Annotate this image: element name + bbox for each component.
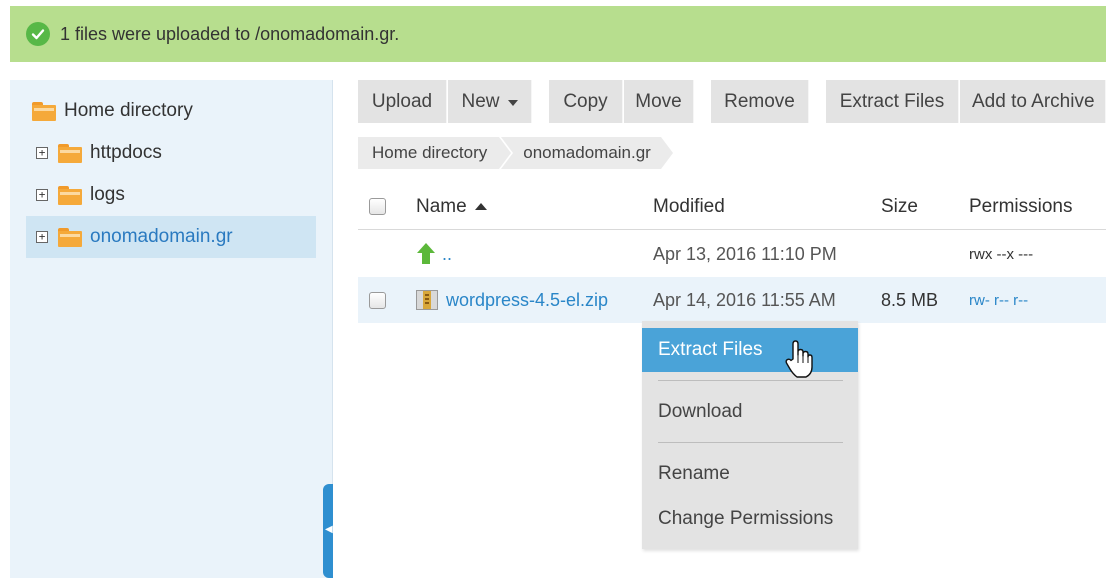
sidebar-collapse-handle[interactable]: ◀: [323, 484, 333, 578]
remove-button[interactable]: Remove: [711, 80, 809, 123]
column-header-modified[interactable]: Modified: [653, 184, 725, 229]
size-value: 8.5 MB: [881, 289, 939, 310]
menu-item-download[interactable]: Download: [642, 390, 858, 434]
up-arrow-icon: [416, 243, 436, 265]
tree-item-label: logs: [90, 184, 125, 205]
breadcrumb: Home directory onomadomain.gr: [358, 137, 673, 169]
menu-separator: [658, 380, 843, 381]
tree-item-home-directory[interactable]: Home directory: [32, 90, 193, 132]
menu-item-change-permissions[interactable]: Change Permissions: [642, 497, 858, 541]
breadcrumb-label: Home directory: [372, 143, 488, 162]
sort-ascending-icon: [474, 203, 487, 210]
caret-down-icon: [507, 99, 518, 106]
permissions-value: rwx --x ---: [969, 245, 1034, 263]
modified-value: Apr 14, 2016 11:55 AM: [653, 289, 836, 310]
upload-success-notification: 1 files were uploaded to /onomadomain.gr…: [10, 6, 1106, 62]
modified-value: Apr 13, 2016 11:10 PM: [653, 243, 837, 264]
copy-label: Copy: [563, 90, 608, 112]
tree-item-onomadomain[interactable]: + onomadomain.gr: [26, 216, 316, 258]
notification-message: 1 files were uploaded to /onomadomain.gr…: [60, 23, 400, 44]
upload-label: Upload: [371, 90, 433, 112]
column-label: Modified: [653, 195, 725, 217]
add-to-archive-label: Add to Archive: [972, 90, 1095, 112]
breadcrumb-home-directory[interactable]: Home directory: [358, 137, 514, 169]
row-checkbox[interactable]: [369, 291, 386, 309]
check-circle-icon: [26, 22, 50, 46]
chevron-left-icon: ◀: [325, 524, 333, 535]
folder-icon: [58, 143, 82, 163]
expand-icon[interactable]: +: [36, 147, 48, 159]
column-label: Name: [416, 195, 467, 217]
menu-item-rename[interactable]: Rename: [642, 452, 858, 496]
permissions-link[interactable]: rw- r-- r--: [969, 292, 1028, 309]
extract-files-label: Extract Files: [839, 90, 945, 112]
file-name-link[interactable]: wordpress-4.5-el.zip: [446, 290, 608, 311]
tree-item-label: onomadomain.gr: [90, 226, 233, 247]
new-label: New: [461, 90, 500, 112]
extract-files-button[interactable]: Extract Files: [826, 80, 959, 123]
menu-item-label: Extract Files: [658, 339, 763, 360]
tree-item-httpdocs[interactable]: + httpdocs: [36, 132, 162, 174]
file-context-menu: Extract Files Download Rename Change Per…: [642, 321, 858, 549]
parent-directory-link[interactable]: ..: [442, 244, 452, 265]
menu-item-label: Rename: [658, 463, 730, 484]
folder-icon: [58, 185, 82, 205]
tree-item-label: Home directory: [64, 100, 193, 121]
menu-item-label: Change Permissions: [658, 508, 834, 529]
upload-button[interactable]: Upload: [358, 80, 447, 123]
select-all-checkbox[interactable]: [369, 198, 386, 215]
menu-separator: [658, 442, 843, 443]
menu-item-label: Download: [658, 401, 743, 422]
menu-item-extract-files[interactable]: Extract Files: [642, 328, 858, 372]
move-label: Move: [635, 90, 682, 112]
breadcrumb-onomadomain[interactable]: onomadomain.gr: [501, 137, 673, 169]
column-header-size[interactable]: Size: [881, 184, 918, 229]
copy-button[interactable]: Copy: [549, 80, 623, 123]
column-header-permissions[interactable]: Permissions: [969, 184, 1072, 229]
table-row[interactable]: .. Apr 13, 2016 11:10 PM rwx --x ---: [358, 231, 1106, 277]
new-dropdown-button[interactable]: New: [448, 80, 532, 123]
add-to-archive-button[interactable]: Add to Archive: [960, 80, 1106, 123]
folder-icon: [32, 101, 56, 121]
expand-icon[interactable]: +: [36, 231, 48, 243]
hand-pointer-cursor-icon: [785, 340, 813, 378]
folder-icon: [58, 227, 82, 247]
directory-tree-sidebar: Home directory + httpdocs + logs + onoma…: [10, 80, 333, 578]
tree-item-label: httpdocs: [90, 142, 162, 163]
table-row[interactable]: wordpress-4.5-el.zip Apr 14, 2016 11:55 …: [358, 277, 1106, 323]
file-toolbar: Upload New Copy Move Remove Extract File…: [358, 80, 1106, 123]
tree-item-logs[interactable]: + logs: [36, 174, 125, 216]
expand-icon[interactable]: +: [36, 189, 48, 201]
column-label: Permissions: [969, 195, 1073, 217]
breadcrumb-label: onomadomain.gr: [523, 143, 651, 162]
move-button[interactable]: Move: [624, 80, 694, 123]
file-list-header: Name Modified Size Permissions: [358, 184, 1106, 230]
column-label: Size: [881, 195, 918, 217]
zip-archive-icon: [416, 290, 438, 310]
column-header-name[interactable]: Name: [416, 184, 487, 229]
remove-label: Remove: [724, 90, 795, 112]
